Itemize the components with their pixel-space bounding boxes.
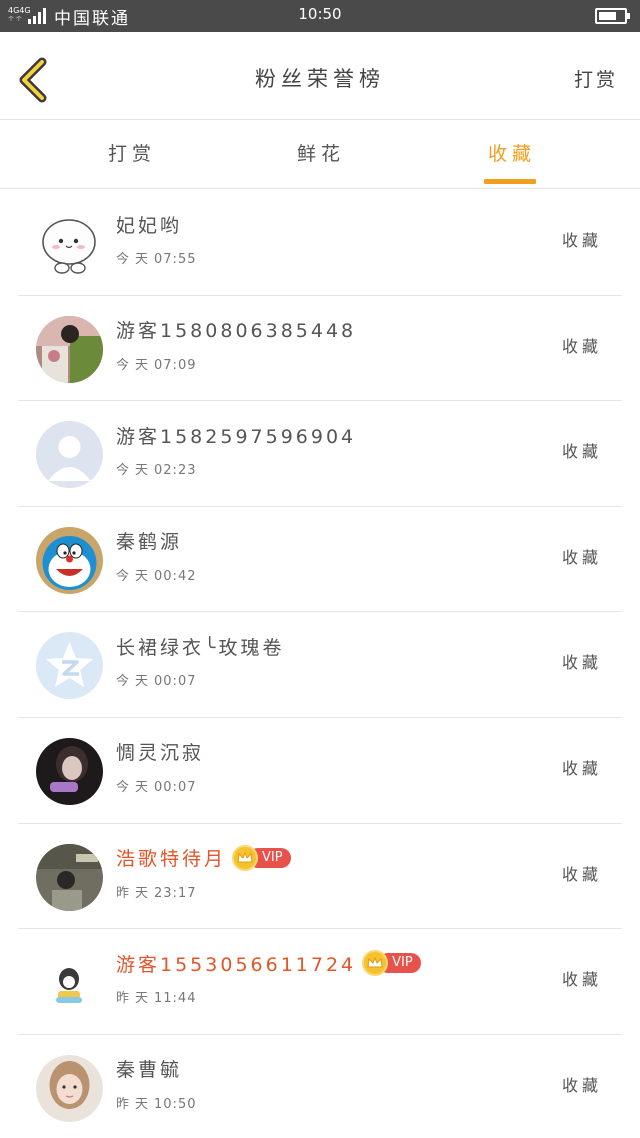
timestamp-day: 今天: [116, 463, 155, 479]
timestamp-time: 00:07: [154, 674, 197, 690]
list-item[interactable]: 长裙绿衣╰玫瑰卷 今天00:07 收藏: [0, 612, 640, 718]
name-line: 游客1553056611724 VIP: [116, 949, 421, 977]
list-item[interactable]: 妃妃哟 今天07:55 收藏: [0, 190, 640, 296]
avatar: [36, 843, 103, 911]
list-item[interactable]: 秦曹毓 昨天10:50 收藏: [0, 1035, 640, 1138]
timestamp-time: 11:44: [154, 991, 197, 1007]
user-name: 惆灵沉寂: [116, 742, 205, 765]
fan-list: 妃妃哟 今天07:55 收藏 游客1580806385448 今天07:09 收…: [0, 190, 640, 1138]
crown-icon: [232, 844, 259, 871]
name-line: 秦曹毓: [116, 1055, 182, 1083]
tab-flowers[interactable]: 鲜花: [297, 139, 345, 166]
timestamp-time: 07:09: [154, 357, 197, 373]
battery-fill: [599, 12, 616, 20]
photo-avatar-icon: [36, 843, 103, 911]
timestamp: 今天02:23: [116, 459, 196, 478]
timestamp: 今天00:42: [116, 565, 196, 584]
action-label: 收藏: [561, 758, 602, 778]
list-item[interactable]: 游客1553056611724 VIP 昨天11:44 收藏: [0, 929, 640, 1035]
name-line: 惆灵沉寂: [116, 738, 204, 766]
avatar: [36, 737, 103, 805]
name-line: 长裙绿衣╰玫瑰卷: [116, 632, 284, 660]
action-label: 收藏: [561, 653, 602, 673]
action-label: 收藏: [561, 442, 602, 462]
action-label: 收藏: [561, 336, 602, 356]
action-label: 收藏: [561, 864, 602, 884]
user-name: 游客1582597596904: [116, 425, 357, 448]
name-line: 游客1582597596904: [116, 421, 356, 449]
timestamp: 昨天11:44: [116, 987, 196, 1006]
avatar: [36, 1054, 103, 1122]
timestamp: 今天07:55: [116, 248, 196, 267]
active-tab-indicator: [484, 179, 536, 184]
timestamp-time: 23:17: [154, 885, 197, 901]
status-time: 10:50: [298, 5, 342, 23]
timestamp-day: 今天: [116, 568, 155, 584]
action-label: 收藏: [561, 1075, 602, 1095]
timestamp-day: 昨天: [116, 991, 155, 1007]
battery-icon: [595, 8, 630, 24]
action-label: 收藏: [561, 547, 602, 567]
user-name: 浩歌特待月: [116, 848, 227, 871]
timestamp: 今天07:09: [116, 354, 196, 373]
action-label: 收藏: [561, 231, 602, 250]
avatar: [36, 526, 103, 594]
user-name: 妃妃哟: [116, 214, 183, 237]
timestamp-day: 今天: [116, 779, 155, 795]
avatar: [36, 421, 103, 489]
default-user-icon: [36, 421, 103, 489]
girl-photo-icon: [36, 1054, 103, 1122]
tab-reward[interactable]: 打赏: [108, 139, 156, 166]
tab-bar: 打赏 鲜花 收藏: [0, 121, 640, 189]
dark-photo-icon: [36, 737, 103, 805]
timestamp-time: 10:50: [154, 1096, 197, 1112]
avatar: [36, 632, 103, 700]
avatar: [36, 315, 103, 383]
timestamp: 今天00:07: [116, 776, 196, 795]
app-header: 粉丝荣誉榜 打赏: [0, 32, 640, 120]
timestamp-day: 今天: [116, 357, 155, 373]
user-name: 秦鹤源: [116, 531, 183, 554]
list-item[interactable]: 游客1580806385448 今天07:09 收藏: [0, 296, 640, 402]
name-line: 游客1580806385448: [116, 316, 356, 344]
timestamp-time: 00:42: [154, 568, 197, 584]
avatar: [36, 949, 103, 1017]
timestamp-day: 今天: [116, 252, 155, 267]
avatar: [36, 210, 103, 277]
list-item[interactable]: 秦鹤源 今天00:42 收藏: [0, 507, 640, 613]
vip-badge: VIP: [362, 950, 421, 977]
timestamp-day: 今天: [116, 674, 155, 690]
name-line: 妃妃哟: [116, 210, 182, 238]
timestamp-time: 07:55: [154, 252, 197, 267]
cartoon-bun-avatar-icon: [36, 210, 103, 277]
reward-button[interactable]: 打赏: [574, 65, 618, 92]
user-name: 秦曹毓: [116, 1059, 183, 1082]
list-item[interactable]: 浩歌特待月 VIP 昨天23:17 收藏: [0, 824, 640, 930]
doraemon-icon: [36, 526, 103, 594]
photo-avatar-icon: [36, 315, 103, 383]
timestamp: 昨天23:17: [116, 882, 196, 901]
name-line: 浩歌特待月 VIP: [116, 844, 291, 872]
qq-logo-icon: [36, 632, 103, 700]
list-item[interactable]: 游客1582597596904 今天02:23 收藏: [0, 401, 640, 507]
timestamp: 昨天10:50: [116, 1093, 196, 1112]
timestamp: 今天00:07: [116, 670, 196, 689]
timestamp-time: 02:23: [154, 463, 197, 479]
user-name: 游客1580806385448: [116, 320, 357, 343]
penguin-icon: [36, 949, 103, 1017]
status-bar: 4G4G 个 个 中国联通 10:50: [0, 0, 640, 32]
name-line: 秦鹤源: [116, 527, 182, 555]
action-label: 收藏: [561, 970, 602, 990]
timestamp-day: 昨天: [116, 885, 155, 901]
timestamp-time: 00:07: [154, 779, 197, 795]
vip-badge: VIP: [232, 844, 291, 871]
tab-favorites[interactable]: 收藏: [488, 139, 536, 166]
list-item[interactable]: 惆灵沉寂 今天00:07 收藏: [0, 718, 640, 824]
user-name: 游客1553056611724: [116, 953, 357, 976]
timestamp-day: 昨天: [116, 1096, 155, 1112]
user-name: 长裙绿衣╰玫瑰卷: [116, 636, 285, 659]
page-title: 粉丝荣誉榜: [255, 67, 385, 91]
